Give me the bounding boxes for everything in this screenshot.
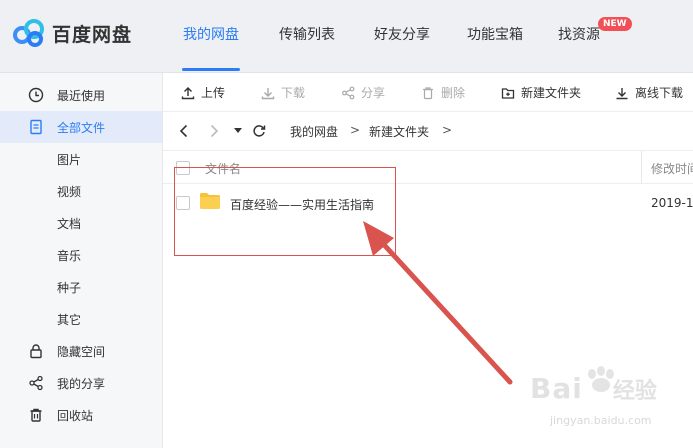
watermark-url: jingyan.baidu.com	[550, 414, 652, 427]
watermark-logo: Bai 经验 jingyan.baidu.com	[530, 366, 657, 427]
watermark-main-text: Bai	[530, 372, 583, 405]
watermark-cn-text: 经验	[612, 379, 657, 404]
paw-icon	[588, 366, 614, 392]
